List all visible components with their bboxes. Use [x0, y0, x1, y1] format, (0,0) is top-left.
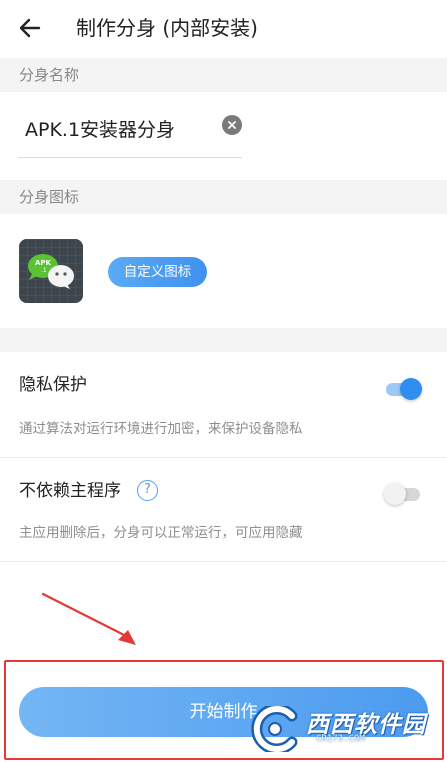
privacy-toggle-knob [400, 378, 422, 400]
app-icon-sublabel: .1 [41, 267, 47, 274]
app-icon-graphic: APK .1 [19, 239, 83, 303]
section-label-name: 分身名称 [0, 58, 447, 92]
back-button[interactable] [12, 10, 48, 46]
watermark-c-icon [251, 706, 298, 752]
app-header: 制作分身 (内部安装) [0, 0, 447, 56]
custom-icon-button[interactable]: 自定义图标 [108, 257, 207, 287]
name-input-underline [18, 157, 242, 158]
section-gap [0, 328, 447, 352]
independent-toggle-knob [384, 483, 406, 505]
independent-toggle[interactable] [384, 481, 422, 507]
privacy-description: 通过算法对运行环境进行加密，来保护设备隐私 [19, 421, 303, 437]
annotation-arrow-icon [41, 592, 136, 645]
watermark-subtext: CR173.COM [316, 734, 365, 744]
app-icon[interactable]: APK .1 [19, 239, 83, 303]
independent-description: 主应用删除后，分身可以正常运行，可应用隐藏 [19, 525, 303, 541]
app-icon-label: APK [35, 259, 52, 267]
clear-circle-icon [228, 121, 236, 129]
settings-divider [0, 457, 447, 458]
help-icon[interactable]: ? [137, 480, 158, 501]
settings-divider-bottom [0, 561, 447, 562]
page-title: 制作分身 (内部安装) [76, 16, 258, 40]
section-label-icon: 分身图标 [0, 180, 447, 214]
independent-title: 不依赖主程序 [19, 481, 121, 501]
privacy-toggle[interactable] [384, 376, 422, 402]
clear-name-button[interactable] [222, 115, 242, 135]
arrow-left-icon [19, 18, 41, 38]
privacy-title: 隐私保护 [19, 375, 87, 395]
watermark-logo: 西西软件园 CR173.COM [248, 705, 434, 753]
name-row [0, 92, 447, 178]
clone-name-input[interactable] [18, 106, 242, 150]
